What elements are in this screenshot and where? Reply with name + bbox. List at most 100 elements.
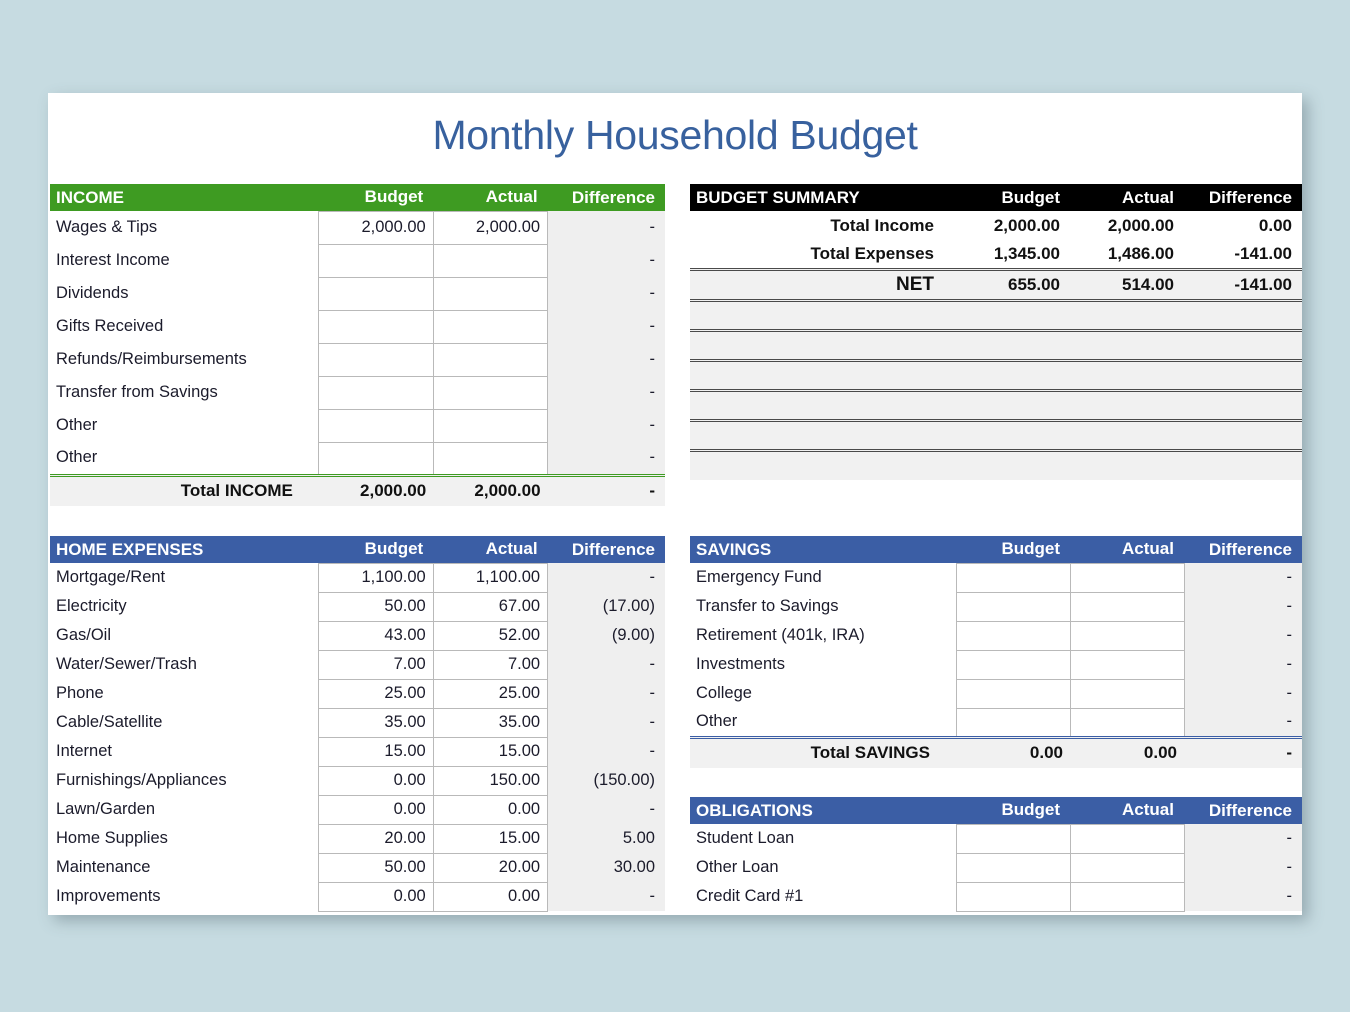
table-row[interactable]: Lawn/Garden0.000.00-	[50, 795, 665, 824]
row-actual-cell[interactable]	[433, 310, 547, 343]
row-actual-cell[interactable]	[1070, 853, 1184, 882]
table-row[interactable]: Transfer from Savings-	[50, 376, 665, 409]
table-row[interactable]: Dividends-	[50, 277, 665, 310]
row-actual-cell[interactable]: 1,100.00	[433, 563, 547, 592]
summary-blank-row[interactable]	[690, 390, 1302, 420]
row-budget-cell[interactable]: 0.00	[319, 766, 433, 795]
row-actual-cell[interactable]	[1070, 824, 1184, 853]
row-actual-cell[interactable]	[1070, 882, 1184, 911]
table-row[interactable]: Transfer to Savings-	[690, 592, 1302, 621]
row-budget-cell[interactable]: 15.00	[319, 737, 433, 766]
table-row[interactable]: Cable/Satellite35.0035.00-	[50, 708, 665, 737]
row-budget-cell[interactable]: 0.00	[319, 882, 433, 911]
row-actual-cell[interactable]: 25.00	[433, 679, 547, 708]
table-row[interactable]: Retirement (401k, IRA)-	[690, 621, 1302, 650]
summary-blank-row[interactable]	[690, 420, 1302, 450]
table-row[interactable]: Other-	[50, 442, 665, 475]
row-actual-cell[interactable]: 15.00	[433, 737, 547, 766]
table-row[interactable]: Emergency Fund-	[690, 563, 1302, 592]
table-row[interactable]: Refunds/Reimbursements-	[50, 343, 665, 376]
table-row[interactable]: Gifts Received-	[50, 310, 665, 343]
row-budget-cell[interactable]	[956, 708, 1070, 737]
table-row[interactable]: Water/Sewer/Trash7.007.00-	[50, 650, 665, 679]
summary-blank-cell[interactable]	[1070, 330, 1184, 360]
row-budget-cell[interactable]	[319, 277, 433, 310]
summary-blank-cell[interactable]	[956, 360, 1070, 390]
row-actual-cell[interactable]	[433, 442, 547, 475]
row-actual-cell[interactable]: 0.00	[433, 795, 547, 824]
row-budget-cell[interactable]: 43.00	[319, 621, 433, 650]
row-actual-cell[interactable]	[1070, 621, 1184, 650]
row-actual-cell[interactable]: 52.00	[433, 621, 547, 650]
row-actual-cell[interactable]	[1070, 708, 1184, 737]
table-row[interactable]: Electricity50.0067.00(17.00)	[50, 592, 665, 621]
summary-blank-cell[interactable]	[1184, 300, 1302, 330]
row-budget-cell[interactable]: 50.00	[319, 592, 433, 621]
summary-blank-cell[interactable]	[956, 390, 1070, 420]
summary-blank-cell[interactable]	[1184, 360, 1302, 390]
row-budget-cell[interactable]	[956, 563, 1070, 592]
summary-blank-cell[interactable]	[1070, 360, 1184, 390]
row-budget-cell[interactable]: 50.00	[319, 853, 433, 882]
row-budget-cell[interactable]	[319, 376, 433, 409]
table-row[interactable]: Phone25.0025.00-	[50, 679, 665, 708]
row-budget-cell[interactable]: 20.00	[319, 824, 433, 853]
summary-blank-row[interactable]	[690, 300, 1302, 330]
summary-blank-cell[interactable]	[956, 300, 1070, 330]
row-actual-cell[interactable]	[1070, 563, 1184, 592]
row-budget-cell[interactable]	[956, 621, 1070, 650]
summary-blank-cell[interactable]	[1070, 450, 1184, 480]
table-row[interactable]: Mortgage/Rent1,100.001,100.00-	[50, 563, 665, 592]
row-actual-cell[interactable]	[433, 343, 547, 376]
row-actual-cell[interactable]: 150.00	[433, 766, 547, 795]
summary-blank-cell[interactable]	[690, 330, 956, 360]
table-row[interactable]: Other-	[50, 409, 665, 442]
row-actual-cell[interactable]	[433, 376, 547, 409]
row-budget-cell[interactable]	[319, 343, 433, 376]
summary-blank-cell[interactable]	[690, 390, 956, 420]
row-budget-cell[interactable]	[319, 442, 433, 475]
row-budget-cell[interactable]	[956, 650, 1070, 679]
table-row[interactable]: Interest Income-	[50, 244, 665, 277]
row-actual-cell[interactable]: 7.00	[433, 650, 547, 679]
summary-blank-cell[interactable]	[690, 450, 956, 480]
table-row[interactable]: Other-	[690, 708, 1302, 737]
table-row[interactable]: Improvements0.000.00-	[50, 882, 665, 911]
summary-blank-row[interactable]	[690, 360, 1302, 390]
row-actual-cell[interactable]: 35.00	[433, 708, 547, 737]
summary-blank-cell[interactable]	[690, 420, 956, 450]
table-row[interactable]: Investments-	[690, 650, 1302, 679]
table-row[interactable]: Home Supplies20.0015.005.00	[50, 824, 665, 853]
row-budget-cell[interactable]: 2,000.00	[319, 211, 433, 244]
row-actual-cell[interactable]: 67.00	[433, 592, 547, 621]
table-row[interactable]: Furnishings/Appliances0.00150.00(150.00)	[50, 766, 665, 795]
summary-blank-cell[interactable]	[690, 360, 956, 390]
row-actual-cell[interactable]	[433, 244, 547, 277]
summary-blank-row[interactable]	[690, 450, 1302, 480]
row-budget-cell[interactable]	[956, 853, 1070, 882]
summary-blank-cell[interactable]	[956, 420, 1070, 450]
row-budget-cell[interactable]: 7.00	[319, 650, 433, 679]
row-budget-cell[interactable]: 1,100.00	[319, 563, 433, 592]
row-budget-cell[interactable]: 35.00	[319, 708, 433, 737]
row-actual-cell[interactable]	[1070, 679, 1184, 708]
row-actual-cell[interactable]	[433, 277, 547, 310]
table-row[interactable]: Student Loan-	[690, 824, 1302, 853]
table-row[interactable]: College-	[690, 679, 1302, 708]
row-budget-cell[interactable]	[319, 310, 433, 343]
row-budget-cell[interactable]	[956, 882, 1070, 911]
summary-blank-cell[interactable]	[956, 450, 1070, 480]
summary-blank-cell[interactable]	[1184, 390, 1302, 420]
summary-blank-cell[interactable]	[1184, 420, 1302, 450]
row-actual-cell[interactable]	[1070, 592, 1184, 621]
summary-blank-cell[interactable]	[1070, 390, 1184, 420]
summary-blank-row[interactable]	[690, 330, 1302, 360]
row-budget-cell[interactable]	[956, 592, 1070, 621]
row-actual-cell[interactable]: 20.00	[433, 853, 547, 882]
summary-blank-cell[interactable]	[1070, 300, 1184, 330]
table-row[interactable]: Internet15.0015.00-	[50, 737, 665, 766]
table-row[interactable]: Maintenance50.0020.0030.00	[50, 853, 665, 882]
table-row[interactable]: Wages & Tips2,000.002,000.00-	[50, 211, 665, 244]
row-budget-cell[interactable]: 0.00	[319, 795, 433, 824]
row-actual-cell[interactable]: 15.00	[433, 824, 547, 853]
